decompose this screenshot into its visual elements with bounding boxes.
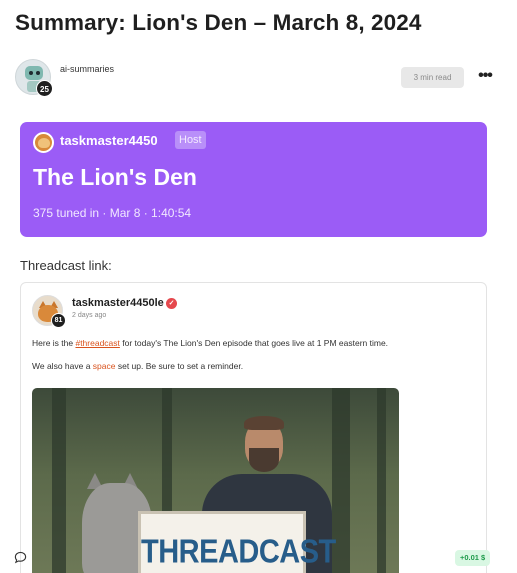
post-text-line: Here is the #threadcast for today's The … (32, 338, 388, 348)
host-avatar (33, 132, 54, 153)
more-horizontal-icon[interactable]: ••• (475, 67, 495, 87)
embedded-post[interactable]: 81 taskmaster4450le ✓ 2 days ago Here is… (20, 282, 487, 573)
space-meta: 375 tuned in · Mar 8 · 1:40:54 (33, 206, 192, 220)
author-level-badge: 25 (36, 80, 53, 97)
space-link[interactable]: space (93, 361, 116, 371)
robot-eye (36, 71, 40, 75)
post-text: Here is the (32, 338, 76, 348)
post-text: set up. Be sure to set a reminder. (115, 361, 244, 371)
person-hair (244, 416, 284, 430)
robot-eye (29, 71, 33, 75)
tree (377, 388, 386, 573)
post-author-name[interactable]: taskmaster4450le (72, 297, 164, 309)
host-name[interactable]: taskmaster4450 (60, 133, 158, 148)
page-title: Summary: Lion's Den – March 8, 2024 (15, 10, 422, 35)
sign-text: THREADCAST (141, 533, 336, 571)
post-timestamp: 2 days ago (72, 312, 107, 319)
post-text: We also have a (32, 361, 93, 371)
post-text-line: We also have a space set up. Be sure to … (32, 361, 243, 371)
tree (52, 388, 66, 573)
threadcast-label: Threadcast link: (20, 258, 112, 273)
author-row: 25 ai-summaries 3 min read ••• (15, 59, 505, 99)
post-author-level-badge: 81 (51, 313, 66, 328)
person-beard (249, 448, 279, 472)
comment-icon[interactable] (14, 551, 27, 564)
threadcast-hashtag-link[interactable]: #threadcast (75, 338, 119, 348)
earnings-badge: +0.01 $ (455, 550, 491, 566)
sign-board: THREADCAST (138, 511, 336, 573)
space-title: The Lion's Den (33, 164, 197, 190)
host-avatar-cat (38, 138, 50, 148)
verified-icon: ✓ (166, 298, 177, 309)
author-name[interactable]: ai-summaries (60, 64, 114, 74)
post-image[interactable]: THREADCAST (32, 388, 399, 573)
host-tag: Host (175, 131, 206, 149)
post-text: for today's The Lion's Den episode that … (119, 338, 389, 348)
read-time-badge: 3 min read (401, 67, 464, 88)
space-card[interactable]: taskmaster4450 Host The Lion's Den 375 t… (20, 122, 487, 237)
robot-head (25, 66, 43, 80)
